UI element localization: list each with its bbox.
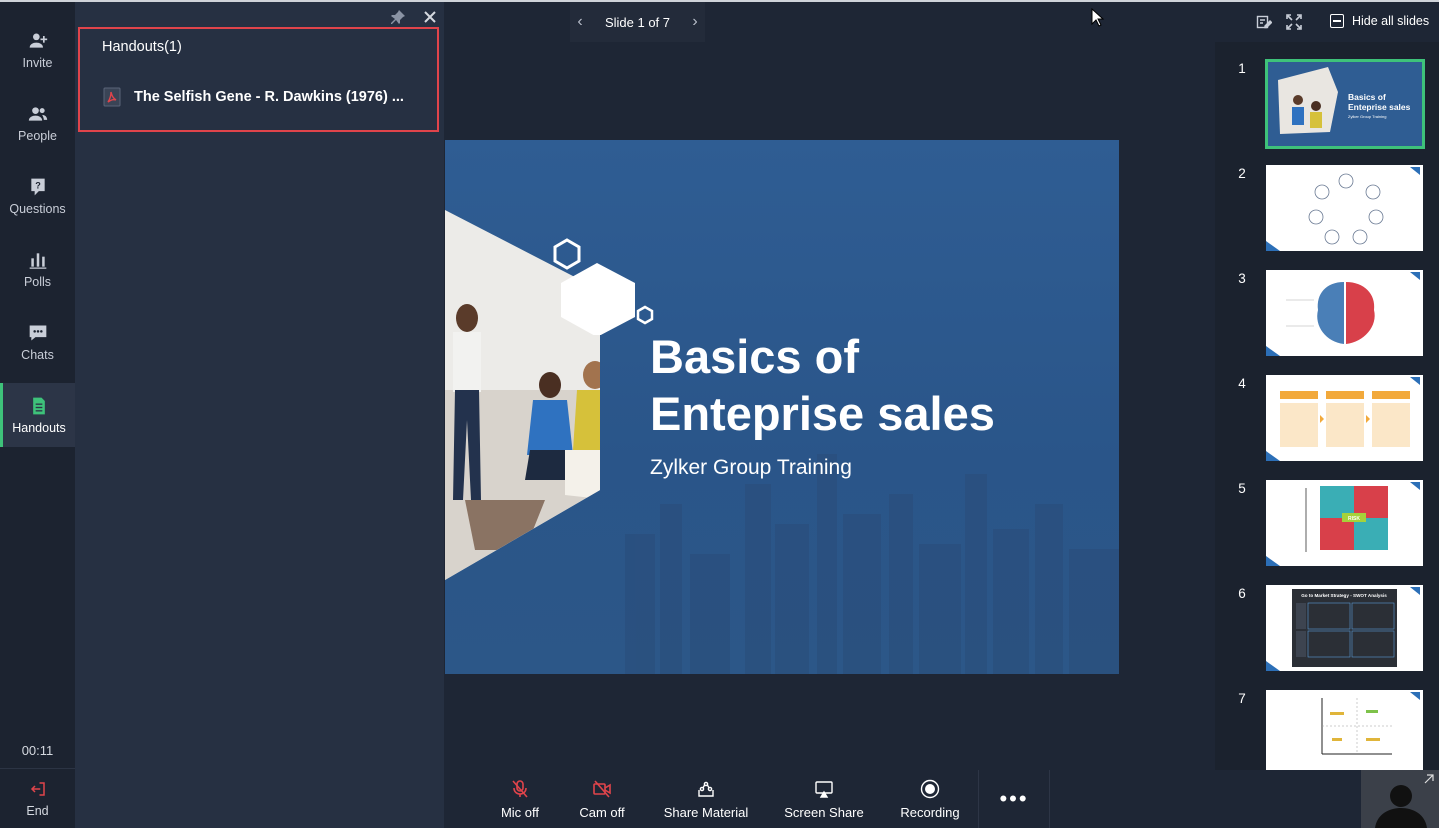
screen-share-label: Screen Share (784, 804, 864, 820)
thumb-number: 6 (1238, 586, 1246, 601)
cam-button[interactable]: Cam off (577, 770, 627, 828)
rail-item-label: Handouts (12, 420, 66, 435)
close-icon[interactable] (422, 9, 438, 25)
rail-item-label: People (18, 128, 57, 143)
rail-item-label: Invite (22, 55, 53, 70)
thumb-number: 2 (1238, 166, 1246, 181)
share-label: Share Material (663, 804, 749, 820)
cam-label: Cam off (579, 804, 625, 820)
chat-icon (29, 325, 46, 340)
end-label: End (26, 803, 49, 818)
handouts-panel: Handouts(1) The Selfish Gene - R. Dawkin… (75, 2, 444, 828)
collapse-icon (1330, 14, 1344, 28)
slide-thumbnails: 1 Basics of Enteprise sales Zylker Group… (1215, 42, 1439, 770)
recording-button[interactable]: Recording (899, 770, 961, 828)
rail-item-people[interactable]: People (0, 91, 75, 155)
thumb-preview: RISK (1305, 486, 1388, 552)
thumb-slide-7[interactable] (1266, 690, 1423, 770)
svg-text:Enteprise sales: Enteprise sales (1348, 102, 1411, 112)
share-icon (698, 781, 714, 797)
handout-icon (33, 397, 45, 414)
slide-title-line: Enteprise sales (650, 387, 995, 440)
cam-off-icon (593, 779, 611, 798)
prev-slide-icon[interactable]: ‹ (570, 2, 590, 42)
mouse-cursor-icon (1091, 8, 1105, 27)
add-user-icon (29, 33, 47, 48)
thumb-number: 7 (1238, 691, 1246, 706)
rail-item-label: Questions (9, 201, 66, 216)
current-slide: Basics of Enteprise sales Zylker Group T… (445, 140, 1119, 674)
mic-off-icon (512, 779, 528, 798)
thumb-number: 4 (1238, 376, 1246, 391)
people-icon (28, 106, 47, 121)
rail-item-questions[interactable]: ? Questions (0, 164, 75, 228)
svg-text:?: ? (35, 180, 41, 190)
thumb-swot-title: Go to Market Strategy - SWOT Analysis (1301, 593, 1387, 598)
record-icon (920, 779, 940, 798)
thumb-risk-label: RISK (1348, 516, 1360, 522)
thumb-number: 5 (1238, 481, 1246, 496)
rail-item-label: Polls (23, 274, 52, 289)
thumb-slide-4[interactable] (1266, 375, 1423, 461)
thumb-slide-2[interactable] (1266, 165, 1423, 251)
next-slide-icon[interactable]: › (685, 2, 705, 42)
slide-title: Basics of Enteprise sales (650, 328, 995, 442)
thumb-slide-3[interactable] (1266, 270, 1423, 356)
handout-file-item[interactable]: The Selfish Gene - R. Dawkins (1976) ... (102, 87, 404, 107)
rail-item-polls[interactable]: Polls (0, 237, 75, 301)
handout-file-name: The Selfish Gene - R. Dawkins (1976) ... (134, 89, 404, 105)
end-button[interactable]: End (0, 768, 75, 828)
svg-text:Zylker Group Training: Zylker Group Training (1348, 114, 1386, 119)
pdf-icon (103, 87, 121, 107)
hide-all-label: Hide all slides (1352, 14, 1430, 28)
rail-item-handouts[interactable]: Handouts (0, 383, 75, 447)
screen-share-icon (815, 780, 833, 798)
screen-share-button[interactable]: Screen Share (784, 770, 864, 828)
meeting-controls: Mic off Cam off Share Material Screen Sh… (445, 770, 1215, 828)
more-options-button[interactable]: ••• (978, 770, 1050, 828)
slide-subtitle: Zylker Group Training (650, 456, 852, 479)
thumb-slide-6[interactable]: Go to Market Strategy - SWOT Analysis (1266, 585, 1423, 671)
left-rail: Invite People ? Questions Polls Chats Ha… (0, 2, 75, 828)
handouts-title: Handouts(1) (102, 39, 182, 55)
hexagon-decoration (553, 238, 654, 335)
session-timer: 00:11 (21, 743, 54, 758)
self-video-tile[interactable] (1361, 770, 1439, 828)
svg-text:Basics of: Basics of (1348, 92, 1386, 102)
pin-icon[interactable] (390, 9, 406, 25)
thumb-preview: Go to Market Strategy - SWOT Analysis (1292, 589, 1397, 667)
handouts-list: Handouts(1) The Selfish Gene - R. Dawkin… (78, 27, 439, 132)
thumb-number: 3 (1238, 271, 1246, 286)
thumb-preview: Basics of Enteprise sales Zylker Group T… (1278, 67, 1411, 134)
panel-tools (390, 9, 438, 25)
thumb-preview (1280, 391, 1410, 447)
slide-counter: Slide 1 of 7 (604, 14, 671, 30)
thumb-number: 1 (1238, 61, 1246, 76)
poll-icon (29, 252, 46, 269)
slide-navigator: ‹ Slide 1 of 7 › (570, 2, 705, 42)
top-tools (1256, 14, 1302, 30)
rail-item-chats[interactable]: Chats (0, 310, 75, 374)
question-icon: ? (30, 178, 45, 195)
mic-label: Mic off (500, 804, 540, 820)
share-material-button[interactable]: Share Material (660, 770, 752, 828)
mic-button[interactable]: Mic off (495, 770, 545, 828)
thumb-slide-5[interactable]: RISK (1266, 480, 1423, 566)
fullscreen-icon[interactable] (1286, 14, 1302, 30)
thumb-preview (1308, 173, 1384, 245)
thumb-preview (1286, 282, 1375, 344)
recording-label: Recording (900, 804, 960, 820)
annotate-icon[interactable] (1256, 14, 1273, 30)
rail-item-label: Chats (21, 347, 54, 362)
thumb-preview (1321, 698, 1392, 755)
exit-icon (30, 781, 45, 796)
app-window: Invite People ? Questions Polls Chats Ha… (0, 0, 1439, 828)
avatar (1361, 770, 1439, 828)
thumb-slide-1[interactable]: Basics of Enteprise sales Zylker Group T… (1265, 59, 1425, 149)
hide-all-slides-button[interactable]: Hide all slides (1330, 14, 1429, 28)
slide-title-line: Basics of (650, 330, 859, 383)
rail-item-invite[interactable]: Invite (0, 18, 75, 82)
